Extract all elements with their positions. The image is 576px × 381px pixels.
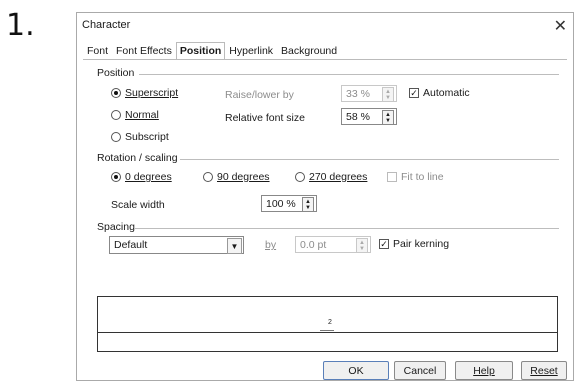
tab-bar: Font Font Effects Position Hyperlink Bac… <box>83 42 341 59</box>
fit-to-line-checkbox[interactable]: Fit to line <box>387 171 444 183</box>
close-icon[interactable]: ✕ <box>554 16 567 36</box>
preview-area: 2 <box>97 296 558 352</box>
by-label: by <box>265 239 276 251</box>
rotation-0-radio[interactable]: 0 degrees <box>111 171 172 183</box>
tab-divider <box>83 59 567 60</box>
subscript-label: Subscript <box>125 131 169 143</box>
fit-to-line-label: Fit to line <box>401 171 444 183</box>
spacing-group-title: Spacing <box>97 221 135 233</box>
pair-kerning-check-icon: ✓ <box>379 238 389 249</box>
rotation-270-label: 270 degrees <box>309 171 368 183</box>
normal-label: Normal <box>125 109 159 121</box>
spin-down-icon: ▼ <box>385 117 391 124</box>
rotation-group-line <box>180 159 559 160</box>
rotation-0-radio-dot <box>111 172 121 182</box>
position-group-title: Position <box>97 67 135 79</box>
superscript-radio[interactable]: Superscript <box>111 87 178 99</box>
chevron-down-icon[interactable]: ▼ <box>227 238 242 254</box>
spacing-dropdown[interactable]: Default ▼ <box>109 236 244 254</box>
relative-font-size-label: Relative font size <box>225 112 305 124</box>
by-spin-arrows[interactable]: ▲ ▼ <box>356 238 368 253</box>
relative-font-size-spinbox[interactable]: 58 % ▲ ▼ <box>341 108 397 125</box>
scale-width-label: Scale width <box>111 199 165 211</box>
normal-radio[interactable]: Normal <box>111 109 159 121</box>
dialog-title: Character <box>82 19 131 31</box>
spin-down-icon: ▼ <box>305 204 311 211</box>
scale-width-spin-arrows[interactable]: ▲ ▼ <box>302 197 314 212</box>
tab-position[interactable]: Position <box>175 42 226 59</box>
normal-radio-dot <box>111 110 121 120</box>
automatic-label: Automatic <box>423 87 470 99</box>
rotation-90-radio[interactable]: 90 degrees <box>203 171 270 183</box>
rotation-group-title: Rotation / scaling <box>97 152 178 164</box>
preview-sample-text: 2 <box>328 319 332 326</box>
help-button-label: Help <box>473 364 495 377</box>
by-spinbox[interactable]: 0.0 pt ▲ ▼ <box>295 236 371 253</box>
subscript-radio[interactable]: Subscript <box>111 131 169 143</box>
reset-button-label: Reset <box>530 364 558 377</box>
cancel-button[interactable]: Cancel <box>394 361 446 380</box>
fit-to-line-box <box>387 172 397 182</box>
pair-kerning-label: Pair kerning <box>393 238 450 250</box>
tab-font-effects[interactable]: Font Effects <box>112 42 176 59</box>
character-dialog: Character ✕ Font Font Effects Position H… <box>76 12 574 381</box>
relative-font-size-spin-arrows[interactable]: ▲ ▼ <box>382 110 394 125</box>
raise-lower-value: 33 % <box>346 87 370 100</box>
scale-width-spinbox[interactable]: 100 % ▲ ▼ <box>261 195 317 212</box>
spin-down-icon: ▼ <box>385 94 391 101</box>
automatic-checkbox[interactable]: ✓ Automatic <box>409 87 470 99</box>
rotation-90-label: 90 degrees <box>217 171 270 183</box>
rotation-270-radio[interactable]: 270 degrees <box>295 171 367 183</box>
pair-kerning-checkbox[interactable]: ✓ Pair kerning <box>379 238 449 250</box>
spin-down-icon: ▼ <box>359 245 365 252</box>
subscript-radio-dot <box>111 132 121 142</box>
raise-lower-label: Raise/lower by <box>225 89 294 101</box>
position-group-line <box>139 74 559 75</box>
scale-width-value: 100 % <box>266 197 296 210</box>
relative-font-size-value: 58 % <box>346 110 370 123</box>
rotation-270-radio-dot <box>295 172 305 182</box>
tab-background[interactable]: Background <box>277 42 341 59</box>
spacing-group-line <box>135 228 559 229</box>
by-value: 0.0 pt <box>300 238 327 251</box>
tab-font[interactable]: Font <box>83 42 112 59</box>
raise-lower-spinbox[interactable]: 33 % ▲ ▼ <box>341 85 397 102</box>
superscript-label: Superscript <box>125 87 179 99</box>
superscript-radio-dot <box>111 88 121 98</box>
spacing-value: Default <box>114 239 148 251</box>
ok-button[interactable]: OK <box>323 361 389 380</box>
rotation-0-label: 0 degrees <box>125 171 172 183</box>
step-number: 1. <box>6 8 35 43</box>
preview-underline <box>320 330 334 331</box>
title-bar: Character ✕ <box>77 13 573 39</box>
help-button[interactable]: Help <box>455 361 513 380</box>
rotation-90-radio-dot <box>203 172 213 182</box>
preview-baseline <box>98 332 557 333</box>
by-label-text: by <box>265 239 277 251</box>
raise-lower-spin-arrows[interactable]: ▲ ▼ <box>382 87 394 102</box>
reset-button[interactable]: Reset <box>521 361 567 380</box>
tab-hyperlink[interactable]: Hyperlink <box>225 42 277 59</box>
automatic-check-icon: ✓ <box>409 87 419 98</box>
